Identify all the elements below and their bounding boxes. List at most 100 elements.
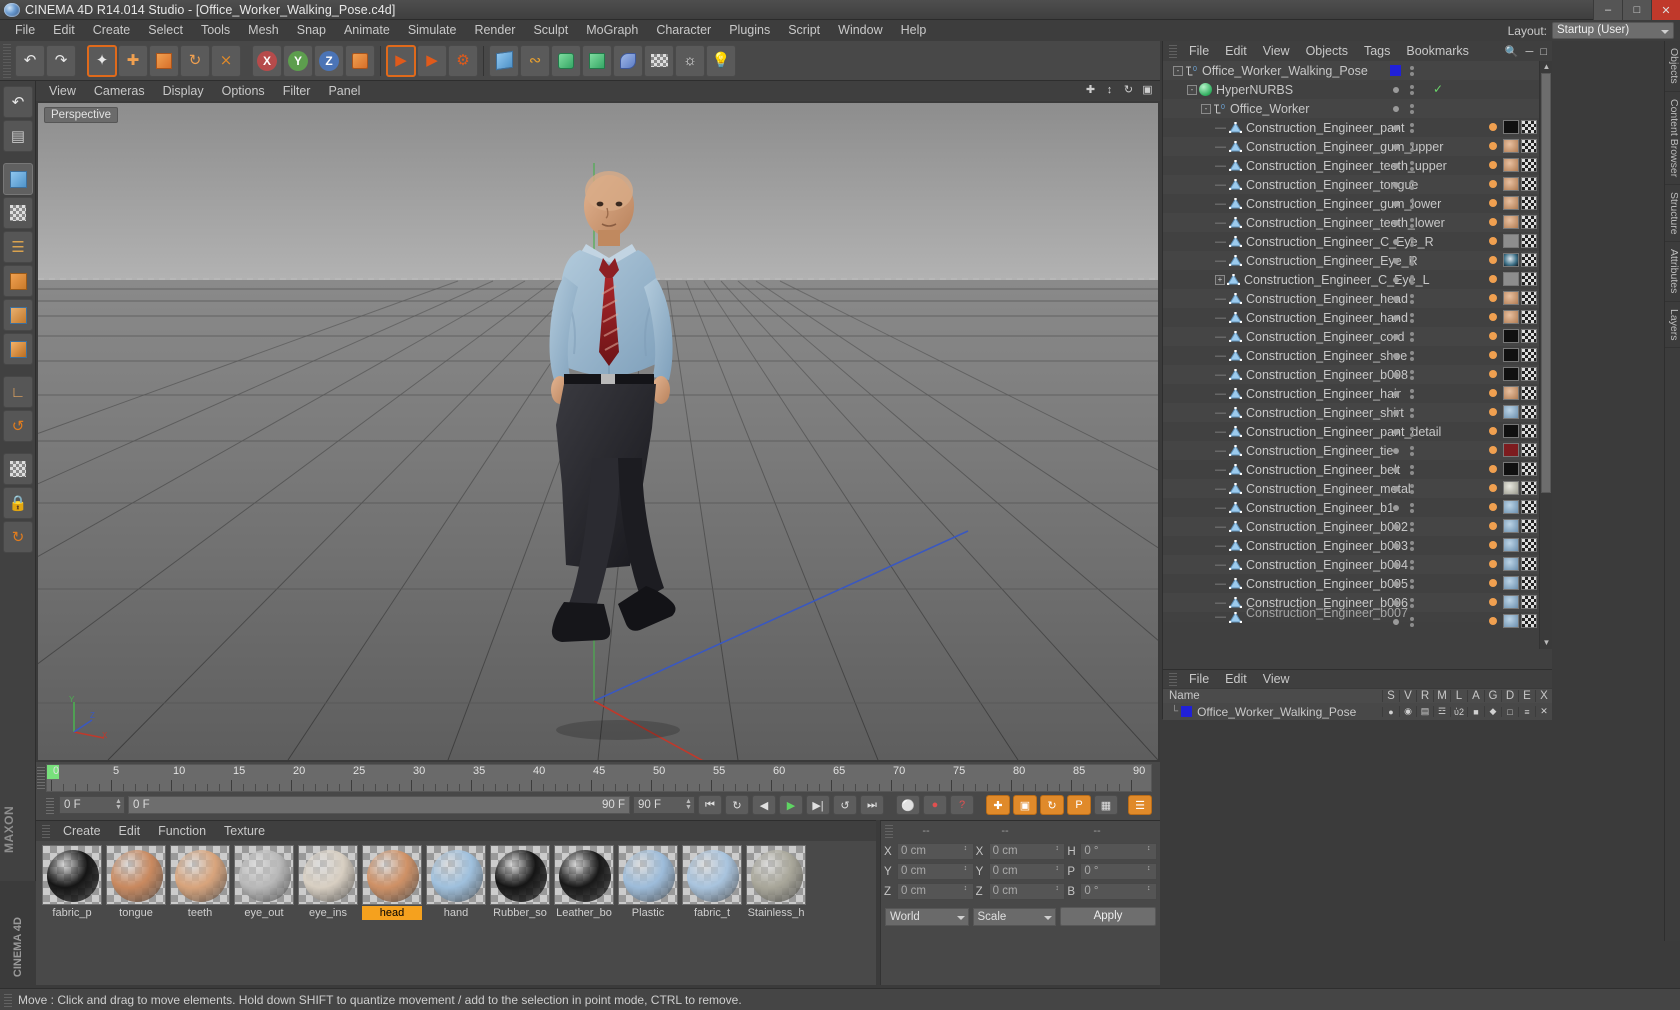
spinner-icon[interactable]: ↕: [964, 865, 971, 879]
key-scale-button[interactable]: ▣: [1013, 795, 1037, 815]
viewport-maximize-icon[interactable]: ▣: [1141, 84, 1154, 97]
layer-menu-grip[interactable]: [1169, 672, 1177, 686]
render-visibility-dots[interactable]: [1408, 350, 1416, 361]
material-tag-icon[interactable]: [1503, 310, 1519, 324]
axis-y-toggle[interactable]: Y: [283, 44, 313, 77]
object-row[interactable]: — Construction_Engineer_shirt: [1163, 403, 1539, 422]
material-tag-icon[interactable]: [1503, 500, 1519, 514]
timeline-grip[interactable]: [37, 765, 45, 789]
material-menu-create[interactable]: Create: [54, 821, 110, 841]
uvw-tag-icon[interactable]: [1521, 196, 1537, 210]
object-tag-strip[interactable]: [1489, 595, 1537, 609]
phong-tag-icon[interactable]: [1489, 180, 1497, 188]
layer-color-swatch[interactable]: [1181, 706, 1193, 717]
object-row[interactable]: — Construction_Engineer_b007: [1163, 606, 1539, 628]
object-visibility-dots[interactable]: [1389, 536, 1421, 555]
object-menu-objects[interactable]: Objects: [1298, 41, 1356, 61]
render-visibility-dots[interactable]: [1408, 103, 1416, 114]
uvw-tag-icon[interactable]: [1521, 177, 1537, 191]
render-visibility-dots[interactable]: [1408, 369, 1416, 380]
menu-item-create[interactable]: Create: [84, 20, 140, 41]
material-item[interactable]: Leather_bo: [554, 845, 614, 920]
layer-toggle-m[interactable]: ☲: [1433, 706, 1450, 717]
uvw-tag-icon[interactable]: [1521, 120, 1537, 134]
object-tag-strip[interactable]: [1489, 215, 1537, 229]
object-visibility-dots[interactable]: [1389, 327, 1421, 346]
spinner-icon[interactable]: ↕: [1055, 845, 1062, 859]
object-visibility-dots[interactable]: [1389, 555, 1421, 574]
editor-visibility-dot[interactable]: [1393, 200, 1399, 207]
render-visibility-dots[interactable]: [1408, 559, 1416, 570]
material-tag-icon[interactable]: [1503, 196, 1519, 210]
object-menu-view[interactable]: View: [1255, 41, 1298, 61]
enable-axis-tool[interactable]: ↺: [3, 410, 33, 442]
object-menu-edit[interactable]: Edit: [1217, 41, 1255, 61]
layer-toggle-l[interactable]: ὑ2: [1450, 706, 1467, 717]
render-visibility-dots[interactable]: [1408, 65, 1416, 76]
render-visibility-dots[interactable]: [1408, 597, 1416, 608]
face-mode-tool[interactable]: [3, 333, 33, 365]
material-tag-icon[interactable]: [1503, 253, 1519, 267]
phong-tag-icon[interactable]: [1489, 256, 1497, 264]
uvw-tag-icon[interactable]: [1521, 576, 1537, 590]
object-visibility-dots[interactable]: [1389, 346, 1421, 365]
viewport-3d-canvas[interactable]: Perspective Y X Z: [38, 103, 1158, 760]
object-row[interactable]: + Construction_Engineer_C_Eye_L: [1163, 270, 1539, 289]
object-tag-strip[interactable]: [1489, 253, 1537, 267]
layer-column-s[interactable]: S: [1382, 690, 1399, 702]
material-name[interactable]: tongue: [106, 906, 166, 920]
material-name[interactable]: teeth: [170, 906, 230, 920]
render-view-button[interactable]: ▶: [386, 44, 416, 77]
edge-mode-tool[interactable]: [3, 299, 33, 331]
editor-visibility-dot[interactable]: [1393, 561, 1399, 568]
material-thumbnail[interactable]: [106, 845, 166, 905]
object-row[interactable]: — Construction_Engineer_cord: [1163, 327, 1539, 346]
material-name[interactable]: Stainless_h: [746, 906, 806, 920]
object-tag-strip[interactable]: [1489, 557, 1537, 571]
object-name[interactable]: Construction_Engineer_b002: [1246, 520, 1408, 534]
object-menu-file[interactable]: File: [1181, 41, 1217, 61]
current-frame-field[interactable]: 0 F ▲ ▼: [59, 796, 125, 814]
layer-toggle-v[interactable]: ◉: [1399, 706, 1416, 717]
object-visibility-dots[interactable]: [1389, 270, 1421, 289]
object-row[interactable]: — Construction_Engineer_shoe: [1163, 346, 1539, 365]
material-item[interactable]: fabric_t: [682, 845, 742, 920]
key-position-button[interactable]: ✚: [986, 795, 1010, 815]
object-row[interactable]: — Construction_Engineer_gum_lower: [1163, 194, 1539, 213]
add-array-button[interactable]: [582, 44, 612, 77]
phong-tag-icon[interactable]: [1489, 237, 1497, 245]
material-tag-icon[interactable]: [1503, 614, 1519, 628]
object-tree-scrollbar[interactable]: ▲ ▼: [1539, 61, 1552, 649]
material-tag-icon[interactable]: [1503, 367, 1519, 381]
menu-item-file[interactable]: File: [6, 20, 44, 41]
material-item[interactable]: teeth: [170, 845, 230, 920]
material-thumbnail[interactable]: [298, 845, 358, 905]
rotate-tool[interactable]: ↻: [180, 44, 210, 77]
menu-item-select[interactable]: Select: [139, 20, 192, 41]
play-button[interactable]: ▶: [779, 795, 803, 815]
material-tag-icon[interactable]: [1503, 139, 1519, 153]
render-visibility-dots[interactable]: [1408, 236, 1416, 247]
object-tag-strip[interactable]: [1489, 462, 1537, 476]
model-mode-tool[interactable]: [3, 163, 33, 195]
material-menu-texture[interactable]: Texture: [215, 821, 274, 841]
material-tag-icon[interactable]: [1503, 519, 1519, 533]
render-visibility-dots[interactable]: [1408, 445, 1416, 456]
viewport-menu-panel[interactable]: Panel: [319, 81, 369, 101]
enable-checkmark-icon[interactable]: ✓: [1433, 82, 1443, 96]
object-name[interactable]: Construction_Engineer_pant: [1246, 121, 1404, 135]
undo-view-tool[interactable]: ↶: [3, 86, 33, 118]
layer-toggle-e[interactable]: ≡: [1518, 706, 1535, 717]
object-name[interactable]: Construction_Engineer_b005: [1246, 577, 1408, 591]
object-name[interactable]: Construction_Engineer_shoe: [1246, 349, 1407, 363]
render-visibility-dots[interactable]: [1408, 502, 1416, 513]
object-row[interactable]: — Construction_Engineer_b008: [1163, 365, 1539, 384]
editor-visibility-dot[interactable]: [1393, 428, 1399, 435]
object-tag-strip[interactable]: [1489, 139, 1537, 153]
phong-tag-icon[interactable]: [1489, 598, 1497, 606]
material-menu-grip[interactable]: [42, 824, 50, 838]
uvw-tag-icon[interactable]: [1521, 291, 1537, 305]
object-tag-strip[interactable]: [1489, 386, 1537, 400]
coord-rotation-field[interactable]: 0 ° ↕: [1080, 883, 1158, 900]
render-settings-button[interactable]: ⚙: [448, 44, 478, 77]
